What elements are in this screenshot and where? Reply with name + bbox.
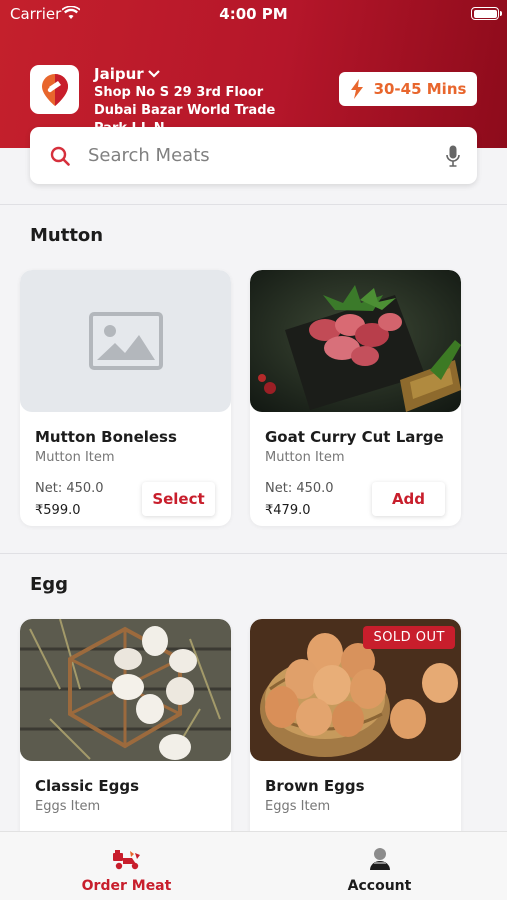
product-price: ₹479.0 <box>265 503 311 518</box>
product-net-weight: Net: 450.0 <box>265 481 334 496</box>
product-category: Eggs Item <box>265 799 331 814</box>
product-card[interactable]: Goat Curry Cut Large Mutton Item Net: 45… <box>250 270 461 526</box>
lightning-icon <box>350 79 363 99</box>
eta-label: 30-45 Mins <box>373 80 467 98</box>
location-selector[interactable]: Jaipur <box>94 65 160 83</box>
status-bar: Carrier 4:00 PM <box>0 0 507 28</box>
tab-account[interactable]: Account <box>253 832 506 900</box>
add-button[interactable]: Add <box>372 482 445 516</box>
product-card[interactable]: Classic Eggs Eggs Item <box>20 619 231 849</box>
delivery-eta-badge: 30-45 Mins <box>339 72 477 106</box>
order-meat-icon <box>112 846 142 872</box>
battery-icon <box>471 7 502 20</box>
product-name: Goat Curry Cut Large <box>265 428 444 446</box>
city-label: Jaipur <box>94 65 144 83</box>
product-category: Mutton Item <box>265 450 345 465</box>
product-image-goat-curry-cut <box>250 270 461 412</box>
app-logo[interactable] <box>30 65 79 114</box>
bottom-tab-bar: Order Meat Account <box>0 831 507 900</box>
tab-label: Order Meat <box>81 878 172 894</box>
product-image-placeholder <box>20 270 231 412</box>
product-image-classic-eggs <box>20 619 231 761</box>
product-card[interactable]: Mutton Boneless Mutton Item Net: 450.0 ₹… <box>20 270 231 526</box>
search-icon <box>50 146 70 166</box>
product-card[interactable]: SOLD OUT Brown Eggs Eggs Item <box>250 619 461 849</box>
microphone-icon[interactable] <box>446 145 460 167</box>
account-icon <box>369 846 391 872</box>
tab-order-meat[interactable]: Order Meat <box>0 832 253 900</box>
product-name: Classic Eggs <box>35 777 140 795</box>
product-price: ₹599.0 <box>35 503 81 518</box>
search-input[interactable] <box>88 140 428 170</box>
divider <box>0 553 507 554</box>
product-name: Brown Eggs <box>265 777 365 795</box>
image-placeholder-icon <box>88 312 163 370</box>
product-name: Mutton Boneless <box>35 428 177 446</box>
chevron-down-icon <box>147 70 160 78</box>
product-category: Eggs Item <box>35 799 101 814</box>
select-button[interactable]: Select <box>142 482 215 516</box>
map-pin-logo-icon <box>41 73 68 106</box>
section-title-egg: Egg <box>30 574 69 595</box>
clock: 4:00 PM <box>219 5 288 23</box>
product-category: Mutton Item <box>35 450 115 465</box>
search-bar[interactable] <box>30 127 477 184</box>
sold-out-badge: SOLD OUT <box>363 626 455 649</box>
product-net-weight: Net: 450.0 <box>35 481 104 496</box>
section-title-mutton: Mutton <box>30 225 104 246</box>
tab-label: Account <box>347 878 412 894</box>
divider <box>0 204 507 205</box>
